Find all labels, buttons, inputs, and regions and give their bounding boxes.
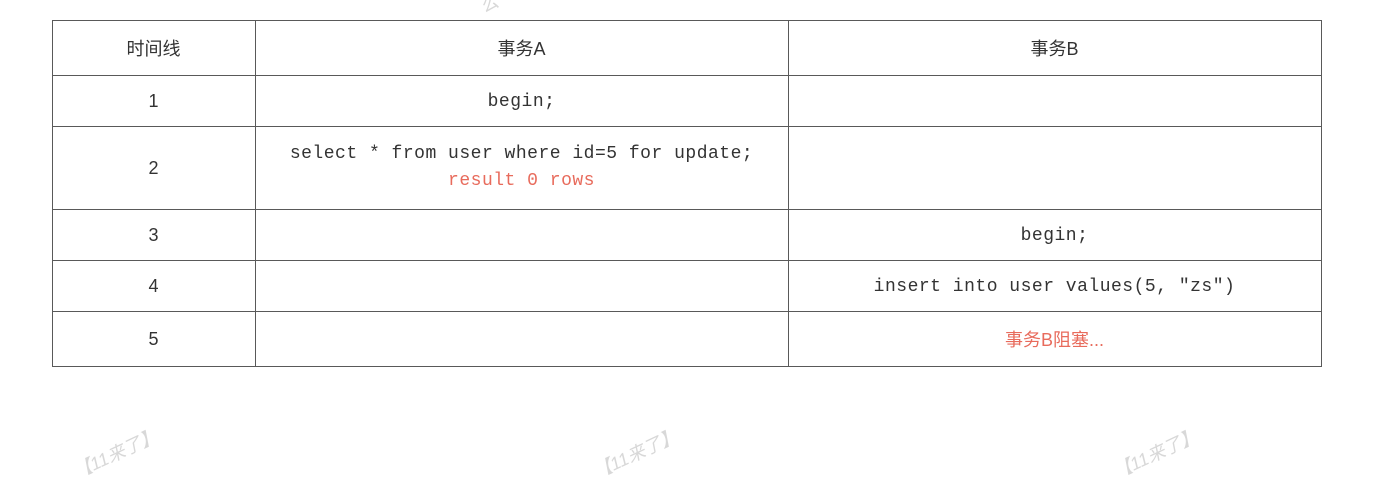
watermark: 公 [475, 0, 502, 19]
cell-txn-b: 事务B阻塞... [788, 312, 1321, 367]
code-text: begin; [1021, 226, 1089, 246]
header-timeline: 时间线 [52, 21, 255, 76]
transaction-table: 时间线 事务A 事务B 1 begin; 2 select * from use… [52, 20, 1322, 367]
cell-timeline: 1 [52, 76, 255, 127]
code-text: insert into user values(5, "zs") [874, 277, 1236, 297]
code-text: select * from user where id=5 for update… [264, 141, 780, 168]
table-row: 4 insert into user values(5, "zs") [52, 261, 1321, 312]
cell-timeline: 4 [52, 261, 255, 312]
cell-txn-a [255, 210, 788, 261]
cell-timeline: 5 [52, 312, 255, 367]
table-row: 5 事务B阻塞... [52, 312, 1321, 367]
watermark: 【11来了】 [69, 422, 162, 484]
watermark: 【11来了】 [1109, 422, 1202, 484]
cell-timeline: 2 [52, 127, 255, 210]
watermark: 【11来了】 [589, 422, 682, 484]
header-txn-b: 事务B [788, 21, 1321, 76]
code-text: begin; [488, 92, 556, 112]
cell-timeline: 3 [52, 210, 255, 261]
table-row: 1 begin; [52, 76, 1321, 127]
cell-txn-b [788, 76, 1321, 127]
cell-txn-a [255, 261, 788, 312]
cell-txn-a: begin; [255, 76, 788, 127]
table-row: 3 begin; [52, 210, 1321, 261]
cell-txn-a: select * from user where id=5 for update… [255, 127, 788, 210]
table-header-row: 时间线 事务A 事务B [52, 21, 1321, 76]
header-txn-a: 事务A [255, 21, 788, 76]
result-text: result 0 rows [264, 168, 780, 195]
table-row: 2 select * from user where id=5 for upda… [52, 127, 1321, 210]
cell-txn-b [788, 127, 1321, 210]
block-text: 事务B阻塞... [1005, 330, 1104, 350]
cell-txn-b: begin; [788, 210, 1321, 261]
cell-txn-b: insert into user values(5, "zs") [788, 261, 1321, 312]
cell-txn-a [255, 312, 788, 367]
